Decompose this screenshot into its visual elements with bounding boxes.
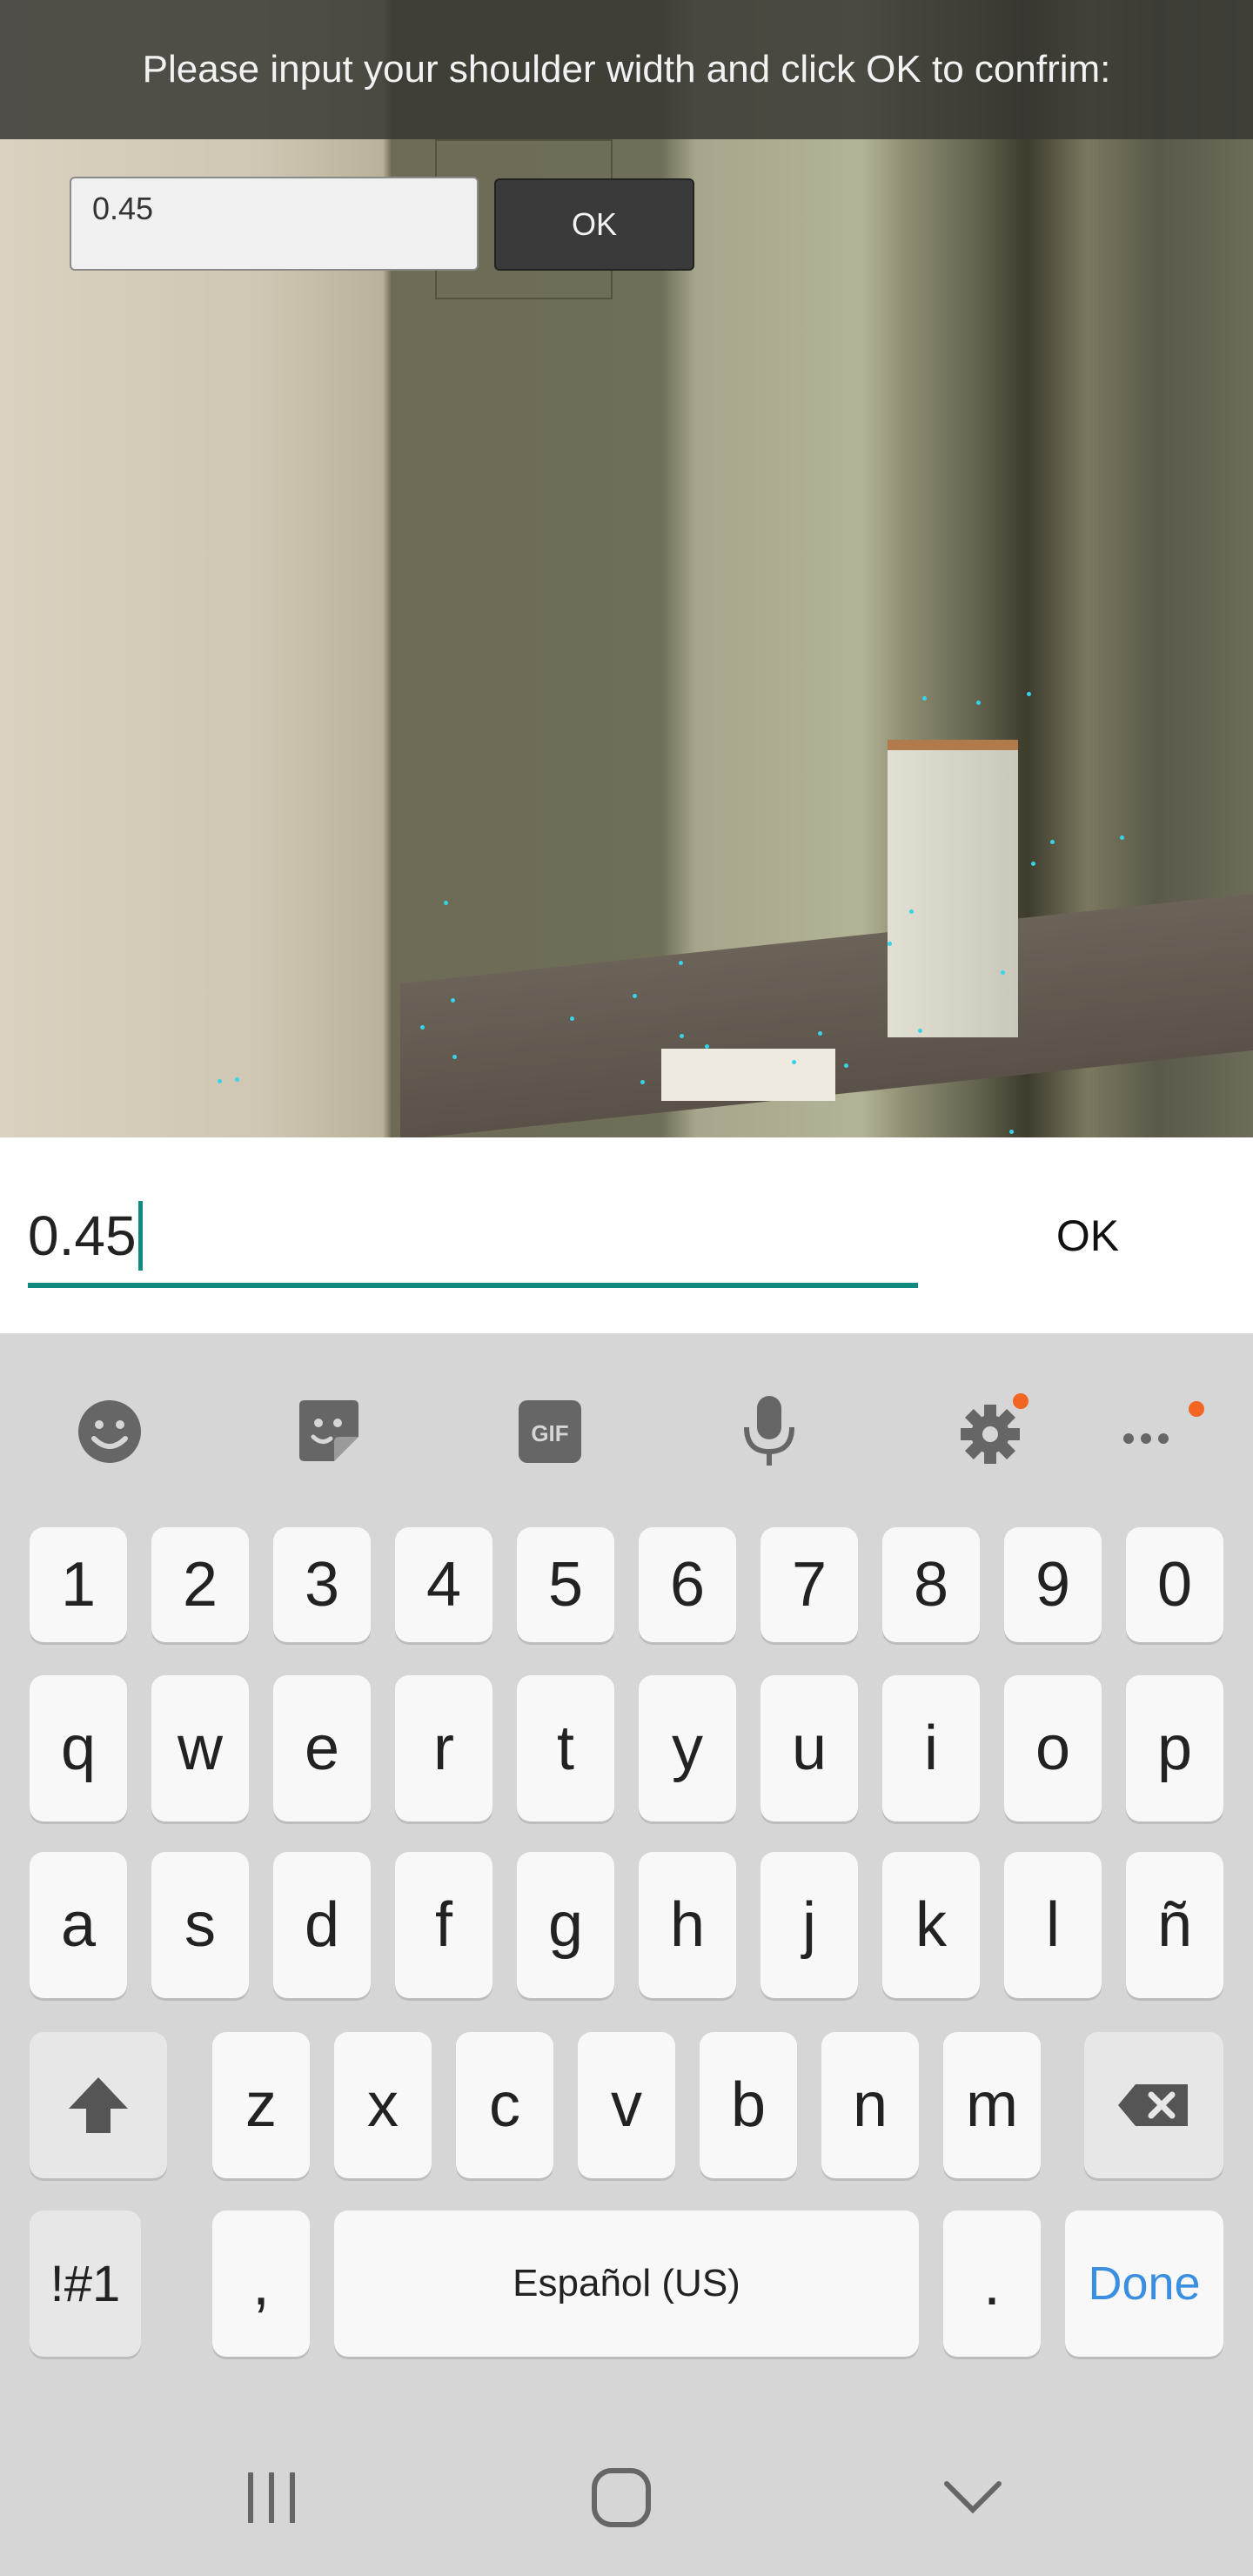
shift-icon <box>69 2077 128 2133</box>
recent-apps-icon[interactable] <box>219 2454 324 2541</box>
tracking-point <box>570 1016 574 1021</box>
key-m[interactable]: m <box>943 2032 1041 2178</box>
period-key[interactable]: . <box>943 2210 1041 2357</box>
key-b[interactable]: b <box>700 2032 797 2178</box>
tracking-point <box>792 1060 796 1064</box>
tracking-point <box>218 1079 222 1083</box>
key-d[interactable]: d <box>273 1852 371 1998</box>
key-2[interactable]: 2 <box>151 1527 249 1642</box>
camera-preview <box>0 0 1253 1137</box>
instruction-banner: Please input your shoulder width and cli… <box>0 0 1253 139</box>
key-5[interactable]: 5 <box>517 1527 614 1642</box>
tracking-point <box>633 994 637 998</box>
overlay-ok-button[interactable]: OK <box>494 178 694 271</box>
comma-key[interactable]: , <box>212 2210 310 2357</box>
key-w[interactable]: w <box>151 1675 249 1821</box>
text-entry-field[interactable]: 0.45 <box>28 1188 918 1288</box>
instruction-text: Please input your shoulder width and cli… <box>142 48 1111 91</box>
notification-dot <box>1189 1401 1204 1417</box>
key-p[interactable]: p <box>1126 1675 1223 1821</box>
tracking-point <box>844 1063 848 1068</box>
tracking-point <box>909 909 914 914</box>
key-t[interactable]: t <box>517 1675 614 1821</box>
tracking-point <box>1009 1130 1014 1134</box>
tracking-point <box>1050 840 1055 844</box>
key-8[interactable]: 8 <box>882 1527 980 1642</box>
tracking-point <box>444 901 448 905</box>
text-cursor <box>137 1200 143 1271</box>
done-key[interactable]: Done <box>1065 2210 1223 2357</box>
key-9[interactable]: 9 <box>1004 1527 1102 1642</box>
notification-dot <box>1013 1393 1029 1409</box>
key-ñ[interactable]: ñ <box>1126 1852 1223 1998</box>
entry-ok-button[interactable]: OK <box>1001 1201 1175 1271</box>
key-3[interactable]: 3 <box>273 1527 371 1642</box>
gif-label: GIF <box>531 1420 568 1446</box>
tracking-point <box>679 961 683 965</box>
key-x[interactable]: x <box>334 2032 432 2178</box>
backspace-icon <box>1118 2084 1188 2126</box>
shift-key[interactable] <box>30 2032 167 2178</box>
tracking-point <box>680 1034 684 1038</box>
symbols-key[interactable]: !#1 <box>30 2210 141 2357</box>
shoulder-width-input[interactable]: 0.45 <box>70 177 479 271</box>
keyboard-toolbar <box>0 1340 1253 1523</box>
key-a[interactable]: a <box>30 1852 127 1998</box>
tracking-point <box>976 701 981 705</box>
key-0[interactable]: 0 <box>1126 1527 1223 1642</box>
sticker-icon[interactable] <box>277 1384 381 1479</box>
tracking-point <box>705 1044 709 1049</box>
door <box>888 740 1018 1037</box>
space-key[interactable]: Español (US) <box>334 2210 919 2357</box>
key-f[interactable]: f <box>395 1852 492 1998</box>
gif-icon[interactable]: GIF <box>498 1384 602 1479</box>
key-h[interactable]: h <box>639 1852 736 1998</box>
baseboard <box>661 1049 835 1101</box>
text-entry-value: 0.45 <box>28 1204 137 1267</box>
tracking-point <box>640 1080 645 1084</box>
tracking-point <box>420 1025 425 1030</box>
tracking-point <box>1031 862 1035 866</box>
key-s[interactable]: s <box>151 1852 249 1998</box>
key-r[interactable]: r <box>395 1675 492 1821</box>
tracking-point <box>818 1031 822 1036</box>
tracking-point <box>1001 970 1005 975</box>
home-icon[interactable] <box>569 2454 673 2541</box>
key-7[interactable]: 7 <box>761 1527 858 1642</box>
tracking-point <box>922 696 927 701</box>
emoji-icon[interactable] <box>57 1384 162 1479</box>
more-icon[interactable] <box>1105 1384 1209 1479</box>
tracking-point <box>1120 835 1124 840</box>
key-c[interactable]: c <box>456 2032 553 2178</box>
key-i[interactable]: i <box>882 1675 980 1821</box>
key-6[interactable]: 6 <box>639 1527 736 1642</box>
tracking-point <box>888 942 892 946</box>
key-k[interactable]: k <box>882 1852 980 1998</box>
key-u[interactable]: u <box>761 1675 858 1821</box>
backspace-key[interactable] <box>1084 2032 1223 2178</box>
key-l[interactable]: l <box>1004 1852 1102 1998</box>
settings-icon[interactable] <box>938 1384 1042 1479</box>
key-o[interactable]: o <box>1004 1675 1102 1821</box>
key-g[interactable]: g <box>517 1852 614 1998</box>
tracking-point <box>451 998 455 1003</box>
key-e[interactable]: e <box>273 1675 371 1821</box>
tracking-point <box>235 1077 239 1082</box>
tracking-point <box>452 1055 457 1059</box>
key-n[interactable]: n <box>821 2032 919 2178</box>
tracking-point <box>1027 692 1031 696</box>
key-j[interactable]: j <box>761 1852 858 1998</box>
key-z[interactable]: z <box>212 2032 310 2178</box>
back-chevron-icon[interactable] <box>921 2454 1025 2541</box>
key-v[interactable]: v <box>578 2032 675 2178</box>
key-1[interactable]: 1 <box>30 1527 127 1642</box>
key-y[interactable]: y <box>639 1675 736 1821</box>
tracking-point <box>918 1029 922 1033</box>
key-q[interactable]: q <box>30 1675 127 1821</box>
key-4[interactable]: 4 <box>395 1527 492 1642</box>
microphone-icon[interactable] <box>717 1384 821 1479</box>
